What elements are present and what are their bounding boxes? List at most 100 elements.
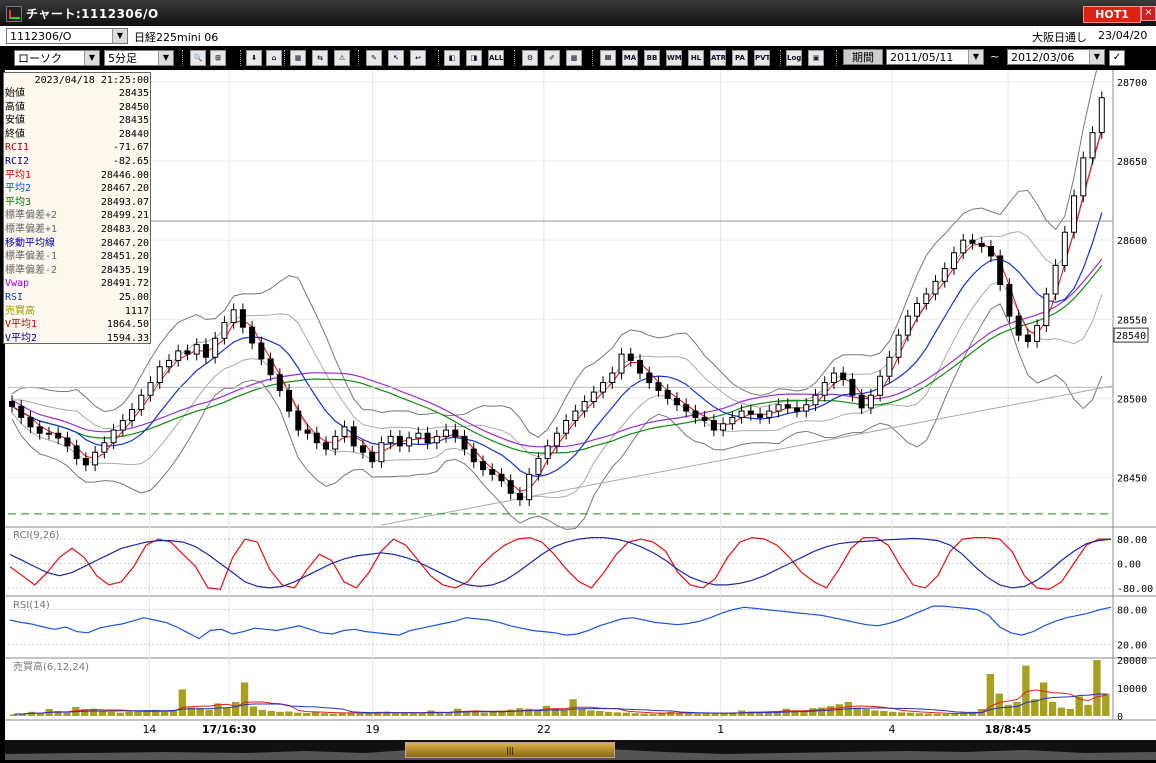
period-button[interactable]: 期間 <box>843 49 883 65</box>
tool-button-11[interactable]: ◨ <box>466 50 482 66</box>
infobox-label: RCI2 <box>5 156 30 167</box>
candle <box>452 429 459 437</box>
candle <box>664 389 671 399</box>
infobox-value: -82.65 <box>112 156 149 167</box>
candle <box>757 413 764 418</box>
tool-button-12[interactable]: ALL <box>488 50 504 66</box>
hot-button[interactable]: HOT1 <box>1083 6 1141 23</box>
tool-button-15[interactable]: ▩ <box>566 50 582 66</box>
volume-bar <box>897 712 906 716</box>
date-to-field[interactable]: 2012/03/06 ▼ <box>1007 49 1105 65</box>
tool-button-13[interactable]: ⚙ <box>522 50 538 66</box>
infobox-label: 終値 <box>5 128 25 140</box>
volume-bar <box>702 713 710 716</box>
tool-button-21[interactable]: ATR <box>710 50 726 66</box>
candle <box>1043 293 1050 327</box>
tool-button-7[interactable]: ✎ <box>366 50 382 66</box>
volume-tick-label: 20000 <box>1117 656 1147 667</box>
rci-tick-label: 0.00 <box>1117 560 1141 571</box>
tool-button-20[interactable]: HL <box>688 50 704 66</box>
candle <box>1098 97 1105 134</box>
tool-button-1[interactable]: ⊞ <box>210 50 226 66</box>
tool-button-5[interactable]: ⇆ <box>312 50 328 66</box>
chevron-down-icon[interactable]: ▼ <box>112 29 127 43</box>
candle <box>359 445 366 453</box>
toolbar-separator <box>836 50 839 66</box>
tool-button-17[interactable]: MA <box>622 50 638 66</box>
tool-button-6[interactable]: ⚠ <box>334 50 350 66</box>
tool-button-25[interactable]: ▣ <box>808 50 824 66</box>
y-tick-label: 28650 <box>1117 157 1147 168</box>
volume-bar <box>826 706 835 716</box>
infobox-value: 28435 <box>118 115 149 127</box>
volume-bar <box>125 711 133 716</box>
chevron-down-icon[interactable]: ▼ <box>968 50 983 64</box>
tool-button-16[interactable]: Ⅲ <box>600 50 616 66</box>
candle <box>923 293 930 304</box>
infobox-value: -71.67 <box>112 142 149 154</box>
volume-bar <box>889 711 897 716</box>
rsi-tick-label: 80.00 <box>1117 606 1147 617</box>
tool-button-0[interactable]: 🔍 <box>190 50 206 66</box>
symbol-select[interactable]: 1112306/O ▼ <box>6 28 128 44</box>
x-tick-label: 14 <box>142 723 156 736</box>
infobox-row: V平均2 1594.33 <box>5 332 149 345</box>
candle <box>1015 315 1022 336</box>
tool-button-19[interactable]: WMA <box>666 50 682 66</box>
x-tick-label: 17/16:30 <box>202 723 257 736</box>
session-label: 大阪日通し <box>1032 31 1087 44</box>
tool-button-14[interactable]: ✐ <box>544 50 560 66</box>
tool-button-23[interactable]: PVT <box>754 50 770 66</box>
volume-bar <box>294 712 302 716</box>
close-icon[interactable]: × <box>1141 6 1156 21</box>
tool-button-4[interactable]: ▦ <box>290 50 306 66</box>
volume-bar <box>1048 702 1057 716</box>
tool-button-3[interactable]: ⌂ <box>266 50 282 66</box>
volume-bar <box>231 702 240 716</box>
date-stamp: 23/04/20 <box>1098 29 1148 42</box>
chevron-down-icon[interactable]: ▼ <box>158 51 173 65</box>
chevron-down-icon[interactable]: ▼ <box>1089 50 1104 64</box>
chart-area[interactable]: 14 17/16:30 19 22 1 4 18/8:45 28700 28650 28600 28… <box>5 49 1156 740</box>
candle <box>978 242 985 247</box>
infobox-label: V平均2 <box>5 332 38 344</box>
volume-bar <box>995 693 1003 716</box>
tool-button-8[interactable]: ↖ <box>388 50 404 66</box>
tool-button-24[interactable]: Log <box>786 50 802 66</box>
date-from-field[interactable]: 2011/05/11 ▼ <box>886 49 984 65</box>
volume-bar <box>667 711 675 716</box>
tool-button-9[interactable]: ↩ <box>410 50 426 66</box>
volume-bar <box>240 682 249 716</box>
candle <box>119 420 126 431</box>
infobox-row: 始値 28435 <box>5 87 149 100</box>
infobox-value: 28483.20 <box>100 224 149 235</box>
timeframe-select[interactable]: 5分足 ▼ <box>104 50 174 66</box>
candle <box>433 435 440 444</box>
period-checkbox[interactable]: ✓ <box>1109 50 1125 66</box>
grip-icon: ||| <box>506 746 515 755</box>
candle <box>877 375 884 396</box>
tool-button-22[interactable]: PA <box>732 50 748 66</box>
candle <box>110 429 117 444</box>
infobox-label: 安値 <box>5 115 25 127</box>
infobox-label: RSI <box>5 292 24 303</box>
candle <box>526 473 533 501</box>
chart-svg[interactable]: 14 17/16:30 19 22 1 4 18/8:4528700286502860028… <box>5 49 1156 740</box>
candle <box>166 359 172 368</box>
candle <box>332 435 339 450</box>
tool-button-18[interactable]: BB <box>644 50 660 66</box>
candle <box>230 309 237 323</box>
scroll-thumb[interactable]: ||| <box>405 742 615 758</box>
chevron-down-icon[interactable]: ▼ <box>84 51 99 65</box>
infobox-row: 標準偏差+2 28499.21 <box>5 209 149 222</box>
volume-bar <box>249 706 258 716</box>
tool-button-2[interactable]: ⬇ <box>246 50 262 66</box>
candle <box>738 410 745 418</box>
volume-bar <box>596 710 604 716</box>
y-tick-label: 28700 <box>1117 78 1147 89</box>
chart-type-select[interactable]: ローソク ▼ <box>14 50 100 66</box>
infobox-row: 平均1 28446.00 <box>5 169 149 182</box>
candle <box>138 394 145 410</box>
candle <box>553 432 560 447</box>
tool-button-10[interactable]: ◧ <box>444 50 460 66</box>
